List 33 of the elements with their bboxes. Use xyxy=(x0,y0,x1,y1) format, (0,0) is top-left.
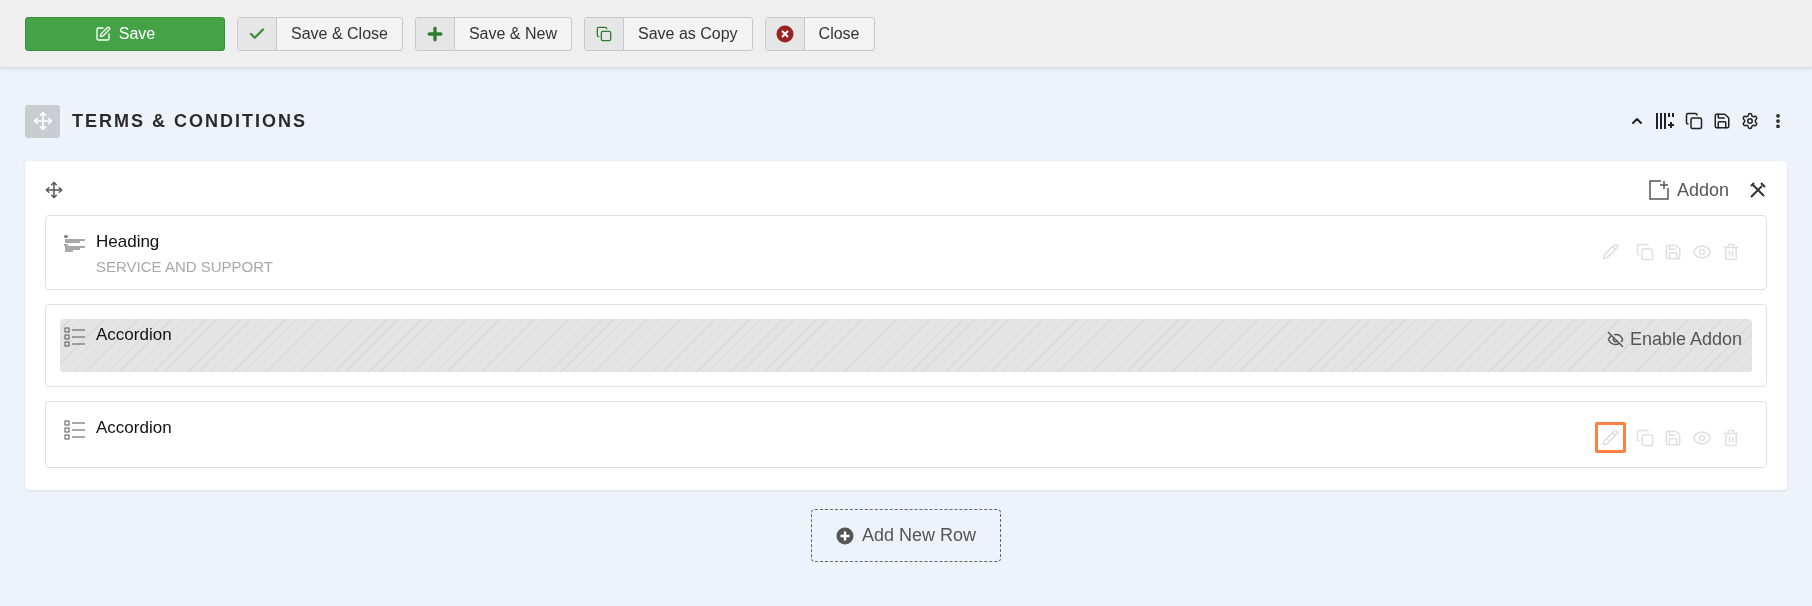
eye-off-icon xyxy=(1606,331,1624,348)
addon-title: Accordion xyxy=(96,418,173,438)
trash-icon[interactable] xyxy=(1722,428,1740,447)
plus-circle-icon xyxy=(835,526,854,545)
edit-icon xyxy=(94,25,111,42)
toolbar-button[interactable]: Save & New xyxy=(414,16,572,51)
add-icon xyxy=(1648,180,1669,200)
tools-icon[interactable] xyxy=(1749,181,1767,199)
close-icon xyxy=(775,24,794,43)
edit-button[interactable] xyxy=(1595,422,1626,453)
add-addon-button[interactable]: Addon xyxy=(1648,179,1729,201)
heading-icon xyxy=(64,234,86,254)
trash-icon[interactable] xyxy=(1722,242,1740,261)
pencil-icon xyxy=(1602,243,1619,260)
save-icon[interactable] xyxy=(1713,112,1731,130)
copy-icon xyxy=(596,25,612,42)
list-icon xyxy=(64,327,86,347)
addon-subtitle: SERVICE AND SUPPORT xyxy=(96,258,274,275)
list-icon xyxy=(64,420,86,440)
move-icon[interactable] xyxy=(45,181,63,199)
toolbar-button[interactable]: Close xyxy=(764,16,875,51)
add-column-icon xyxy=(1655,111,1675,131)
settings-icon[interactable] xyxy=(1741,112,1759,130)
add-row-button[interactable]: Add New Row xyxy=(811,509,1001,562)
copy-icon[interactable] xyxy=(1685,112,1703,130)
section-title: TERMS & CONDITIONS xyxy=(72,110,308,132)
toolbar-button[interactable]: Save as Copy xyxy=(584,16,753,51)
toolbar-button[interactable]: Save & Close xyxy=(237,16,403,51)
addon-title: Accordion xyxy=(96,325,173,345)
drag-handle[interactable] xyxy=(25,104,60,138)
pencil-icon xyxy=(1602,429,1619,446)
addon-title: Heading xyxy=(96,232,161,252)
move-icon xyxy=(32,111,53,131)
